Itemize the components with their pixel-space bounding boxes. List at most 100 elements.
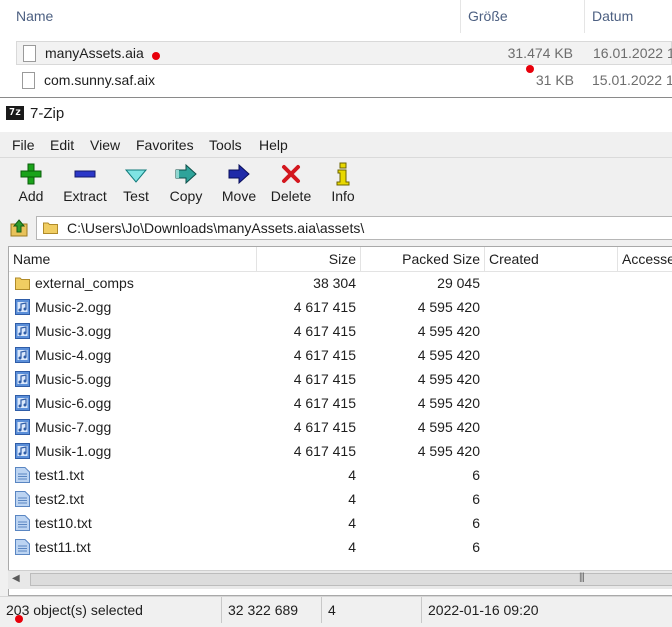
item-name: Music-4.ogg [35,347,112,363]
annotation-marker [15,615,23,623]
test-button[interactable]: Test [118,160,154,210]
column-header-accessed[interactable]: Accesse [618,247,672,271]
menu-edit[interactable]: Edit [50,137,74,153]
status-count: 4 [322,597,422,623]
explorer-file-name: manyAssets.aia [45,45,144,61]
item-size: 38 304 [313,275,356,291]
sevenzip-app-icon: 7z [6,106,24,120]
explorer-file-date: 16.01.2022 1 [593,45,672,61]
file-icon [22,72,35,89]
item-packed-size: 6 [472,467,480,483]
copy-arrow-icon [166,160,206,188]
up-folder-button[interactable] [10,219,28,237]
item-name: test1.txt [35,467,85,483]
item-packed-size: 6 [472,491,480,507]
explorer-col-date[interactable]: Datum [592,8,633,24]
status-total-size: 32 322 689 [222,597,322,623]
explorer-file-date: 15.01.2022 1 [592,72,672,88]
path-field[interactable]: C:\Users\Jo\Downloads\manyAssets.aia\ass… [36,216,672,240]
list-item[interactable]: test2.txt 4 6 [9,487,672,511]
add-button[interactable]: Add [12,160,50,210]
column-header-created[interactable]: Created [485,247,618,271]
column-header-size[interactable]: Size [257,247,361,271]
item-name: external_comps [35,275,134,291]
list-item[interactable]: Music-6.ogg 4 617 415 4 595 420 [9,391,672,415]
item-size: 4 617 415 [293,323,356,339]
address-bar: C:\Users\Jo\Downloads\manyAssets.aia\ass… [0,214,672,242]
item-size: 4 617 415 [293,419,356,435]
delete-button[interactable]: Delete [268,160,314,210]
item-packed-size: 4 595 420 [417,443,480,459]
item-name: Music-6.ogg [35,395,112,411]
item-name: Music-7.ogg [35,419,112,435]
list-item[interactable]: Music-7.ogg 4 617 415 4 595 420 [9,415,672,439]
explorer-column-header: Name Größe Datum [0,0,672,33]
extract-label: Extract [63,188,107,204]
file-list: Name Size Packed Size Created Accesse ex… [8,246,672,596]
column-header-name[interactable]: Name [9,247,257,271]
info-label: Info [331,188,355,204]
path-text: C:\Users\Jo\Downloads\manyAssets.aia\ass… [67,220,365,236]
menu-help[interactable]: Help [259,137,288,153]
list-item[interactable]: Music-4.ogg 4 617 415 4 595 420 [9,343,672,367]
info-icon [328,160,358,188]
window-title: 7-Zip [30,105,65,122]
menu-file[interactable]: File [12,137,35,153]
extract-button[interactable]: Extract [58,160,112,210]
item-size: 4 617 415 [293,347,356,363]
item-packed-size: 4 595 420 [417,299,480,315]
move-arrow-icon [218,160,260,188]
item-packed-size: 29 045 [437,275,480,291]
plus-icon [12,160,50,188]
title-bar[interactable]: 7z 7-Zip [0,98,672,132]
folder-up-icon [10,219,28,237]
info-button[interactable]: Info [328,160,358,210]
item-packed-size: 6 [472,515,480,531]
list-item[interactable]: test11.txt 4 6 [9,535,672,559]
item-name: Music-3.ogg [35,323,112,339]
menu-view[interactable]: View [90,137,120,153]
grip-icon: ||| [579,572,585,583]
list-item[interactable]: test10.txt 4 6 [9,511,672,535]
list-item[interactable]: external_comps 38 304 29 045 [9,271,672,295]
check-icon [118,160,154,188]
item-packed-size: 6 [472,539,480,555]
column-divider[interactable] [460,0,461,33]
item-packed-size: 4 595 420 [417,419,480,435]
item-size: 4 617 415 [293,443,356,459]
explorer-col-name[interactable]: Name [16,8,53,24]
explorer-row-manyassets[interactable]: manyAssets.aia 31.474 KB 16.01.2022 1 [16,41,672,65]
explorer-col-size[interactable]: Größe [468,8,508,24]
move-label: Move [221,188,257,204]
column-header-packed-size[interactable]: Packed Size [361,247,485,271]
list-item[interactable]: Music-3.ogg 4 617 415 4 595 420 [9,319,672,343]
list-item[interactable]: Musik-1.ogg 4 617 415 4 595 420 [9,439,672,463]
item-packed-size: 4 595 420 [417,323,480,339]
minus-icon [58,160,112,188]
explorer-file-size: 31 KB [535,72,574,88]
folder-icon [43,222,58,234]
horizontal-scrollbar[interactable]: ◀ ||| [8,570,672,589]
menu-bar: File Edit View Favorites Tools Help [0,134,672,156]
add-label: Add [18,188,44,204]
item-name: test2.txt [35,491,85,507]
move-button[interactable]: Move [218,160,260,210]
column-divider[interactable] [584,0,585,33]
list-item[interactable]: test1.txt 4 6 [9,463,672,487]
item-name: test10.txt [35,515,92,531]
sevenzip-window: 7z 7-Zip File Edit View Favorites Tools … [0,97,672,627]
list-item[interactable]: Music-2.ogg 4 617 415 4 595 420 [9,295,672,319]
item-size: 4 617 415 [293,371,356,387]
explorer-row-saf[interactable]: com.sunny.saf.aix 31 KB 15.01.2022 1 [16,69,672,93]
menu-favorites[interactable]: Favorites [136,137,194,153]
menu-tools[interactable]: Tools [209,137,242,153]
test-label: Test [123,188,149,204]
toolbar: Add Extract Test Copy Move Delete Info [0,157,672,212]
file-icon [23,45,36,62]
scroll-left-arrow-icon[interactable]: ◀ [12,573,20,584]
copy-button[interactable]: Copy [166,160,206,210]
scroll-thumb[interactable]: ||| [30,572,672,586]
list-item[interactable]: Music-5.ogg 4 617 415 4 595 420 [9,367,672,391]
item-size: 4 [348,515,356,531]
item-packed-size: 4 595 420 [417,371,480,387]
